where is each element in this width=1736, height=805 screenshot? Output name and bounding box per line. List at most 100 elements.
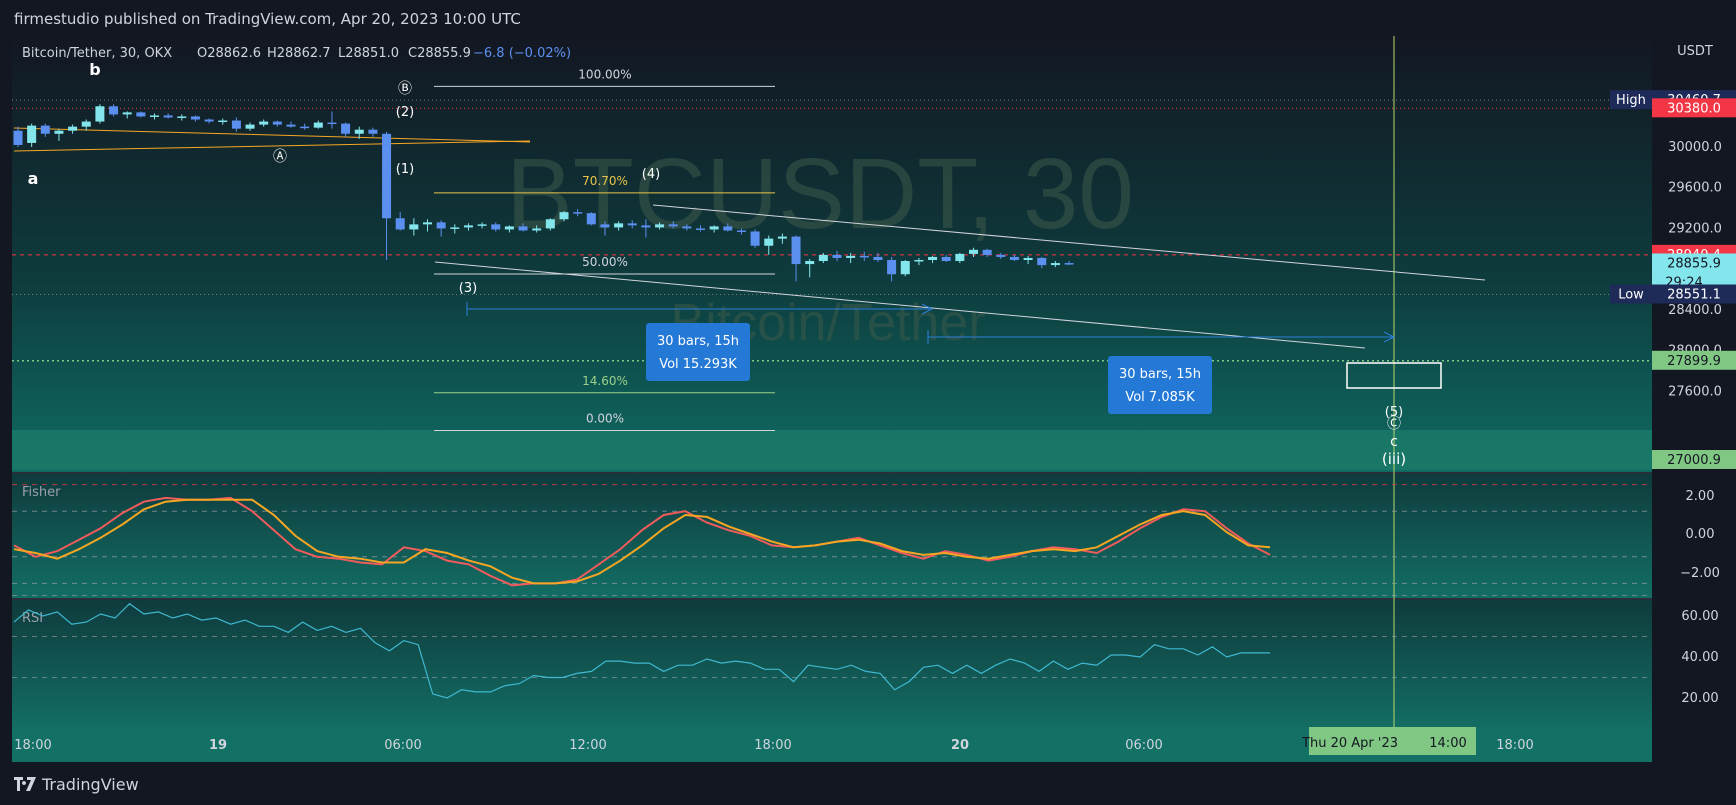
candle-body <box>259 121 269 125</box>
candle-body <box>163 115 173 118</box>
candle-body <box>696 228 705 230</box>
legend-high: H28862.7 <box>267 46 331 61</box>
candle-body <box>982 249 992 255</box>
candle-body <box>996 254 1006 257</box>
candle-body <box>641 225 651 228</box>
measure-bars-text: 30 bars, 15h <box>657 334 739 349</box>
candle-body <box>586 213 596 225</box>
price-tag-value: 30380.0 <box>1667 101 1721 116</box>
candle-body <box>736 230 746 232</box>
candle-body <box>95 106 105 122</box>
candle-body <box>450 227 460 229</box>
rsi-axis-tick: 40.00 <box>1681 650 1718 665</box>
candle-body <box>750 231 760 246</box>
legend-low: L28851.0 <box>338 46 399 61</box>
time-axis-tick: 20 <box>951 738 969 753</box>
candle-body <box>777 236 787 239</box>
candle-body <box>491 224 501 230</box>
legend-symbol: Bitcoin/Tether, 30, OKX <box>22 46 172 61</box>
legend-open: O28862.6 <box>197 46 261 61</box>
candle-body <box>791 236 801 265</box>
price-axis-tick: 29600.0 <box>1668 181 1722 196</box>
candle-body <box>545 219 555 229</box>
candle-body <box>122 112 132 115</box>
wave-label: Ⓒ <box>1387 416 1401 432</box>
candle-body <box>300 126 310 129</box>
candle-body <box>136 112 146 117</box>
candle-body <box>1023 257 1033 260</box>
candle-body <box>218 120 228 123</box>
time-axis-tick: 12:00 <box>569 738 606 753</box>
fisher-axis-tick: 0.00 <box>1686 527 1715 542</box>
wave-label: (3) <box>459 281 477 296</box>
candle-body <box>600 224 610 228</box>
candle-body <box>805 261 815 265</box>
candle-body <box>928 256 938 260</box>
time-axis-tick: 18:00 <box>754 738 791 753</box>
wave-label: b <box>89 60 100 79</box>
fib-label: 70.70% <box>582 174 628 188</box>
candle-body <box>477 224 487 226</box>
price-tag-label: Low <box>1618 287 1644 302</box>
candle-body <box>231 120 241 129</box>
candle-body <box>914 259 924 262</box>
candle-body <box>368 129 378 134</box>
candle-body <box>409 224 419 230</box>
ohlc-legend: Bitcoin/Tether, 30, OKX O28862.6 H28862.… <box>22 46 571 61</box>
price-axis-tick: 30000.0 <box>1668 140 1722 155</box>
fisher-title: Fisher <box>22 485 61 500</box>
measure-bars-text: 30 bars, 15h <box>1119 367 1201 382</box>
candle-body <box>423 222 432 225</box>
candle-body <box>969 249 978 254</box>
footer: TradingView <box>0 762 1736 805</box>
candle-body <box>354 129 364 134</box>
candle-body <box>655 224 665 228</box>
crosshair-time: 14:00 <box>1429 736 1466 751</box>
price-axis-unit: USDT <box>1677 44 1713 59</box>
candle-body <box>682 226 692 229</box>
legend-close: C28855.9 <box>408 46 471 61</box>
wave-label: (4) <box>642 167 660 182</box>
candle-body <box>859 255 869 258</box>
candle-body <box>1009 256 1019 260</box>
candle-body <box>818 254 828 262</box>
wave-label: a <box>28 169 39 188</box>
price-tag-value: 28855.9 <box>1667 256 1721 271</box>
price-tag-label: High <box>1616 93 1646 108</box>
time-axis-tick: 06:00 <box>384 738 421 753</box>
candle-body <box>54 130 64 134</box>
chart-area[interactable]: BTCUSDT, 30 Bitcoin/Tether Bitcoin/Tethe… <box>0 0 1736 762</box>
candle-body <box>941 256 951 262</box>
tradingview-logo-icon <box>14 777 36 791</box>
crosshair-date: Thu 20 Apr '23 <box>1301 736 1398 751</box>
candle-body <box>614 223 624 228</box>
candle-body <box>27 125 37 143</box>
candle-body <box>436 222 446 229</box>
candle-body <box>559 212 569 220</box>
brand-name: TradingView <box>42 774 139 794</box>
candle-body <box>518 226 528 231</box>
candle-body <box>395 218 405 230</box>
candle-body <box>245 124 255 129</box>
price-tag-value: 27000.9 <box>1667 453 1721 468</box>
time-axis-tick: 19 <box>209 738 227 753</box>
candle-body <box>40 125 50 134</box>
measure-label-box <box>1108 356 1212 414</box>
price-tag-value: 27899.9 <box>1667 354 1721 369</box>
candle-body <box>313 122 323 128</box>
candle-body <box>955 253 965 262</box>
measure-volume-text: Vol 15.293K <box>659 357 737 372</box>
candle-body <box>627 223 637 226</box>
tradingview-logo[interactable]: TradingView <box>14 772 139 796</box>
candle-body <box>573 212 583 214</box>
candle-body <box>709 226 719 230</box>
time-axis-tick: 18:00 <box>14 738 51 753</box>
time-axis-tick: 06:00 <box>1125 738 1162 753</box>
price-axis-tick: 27600.0 <box>1668 384 1722 399</box>
candle-body <box>532 228 542 231</box>
price-axis-tick: 29200.0 <box>1668 221 1722 236</box>
measure-label-box <box>646 323 750 381</box>
candle-body <box>900 261 910 275</box>
rsi-pane-bg <box>12 600 1652 730</box>
candle-body <box>68 126 78 131</box>
